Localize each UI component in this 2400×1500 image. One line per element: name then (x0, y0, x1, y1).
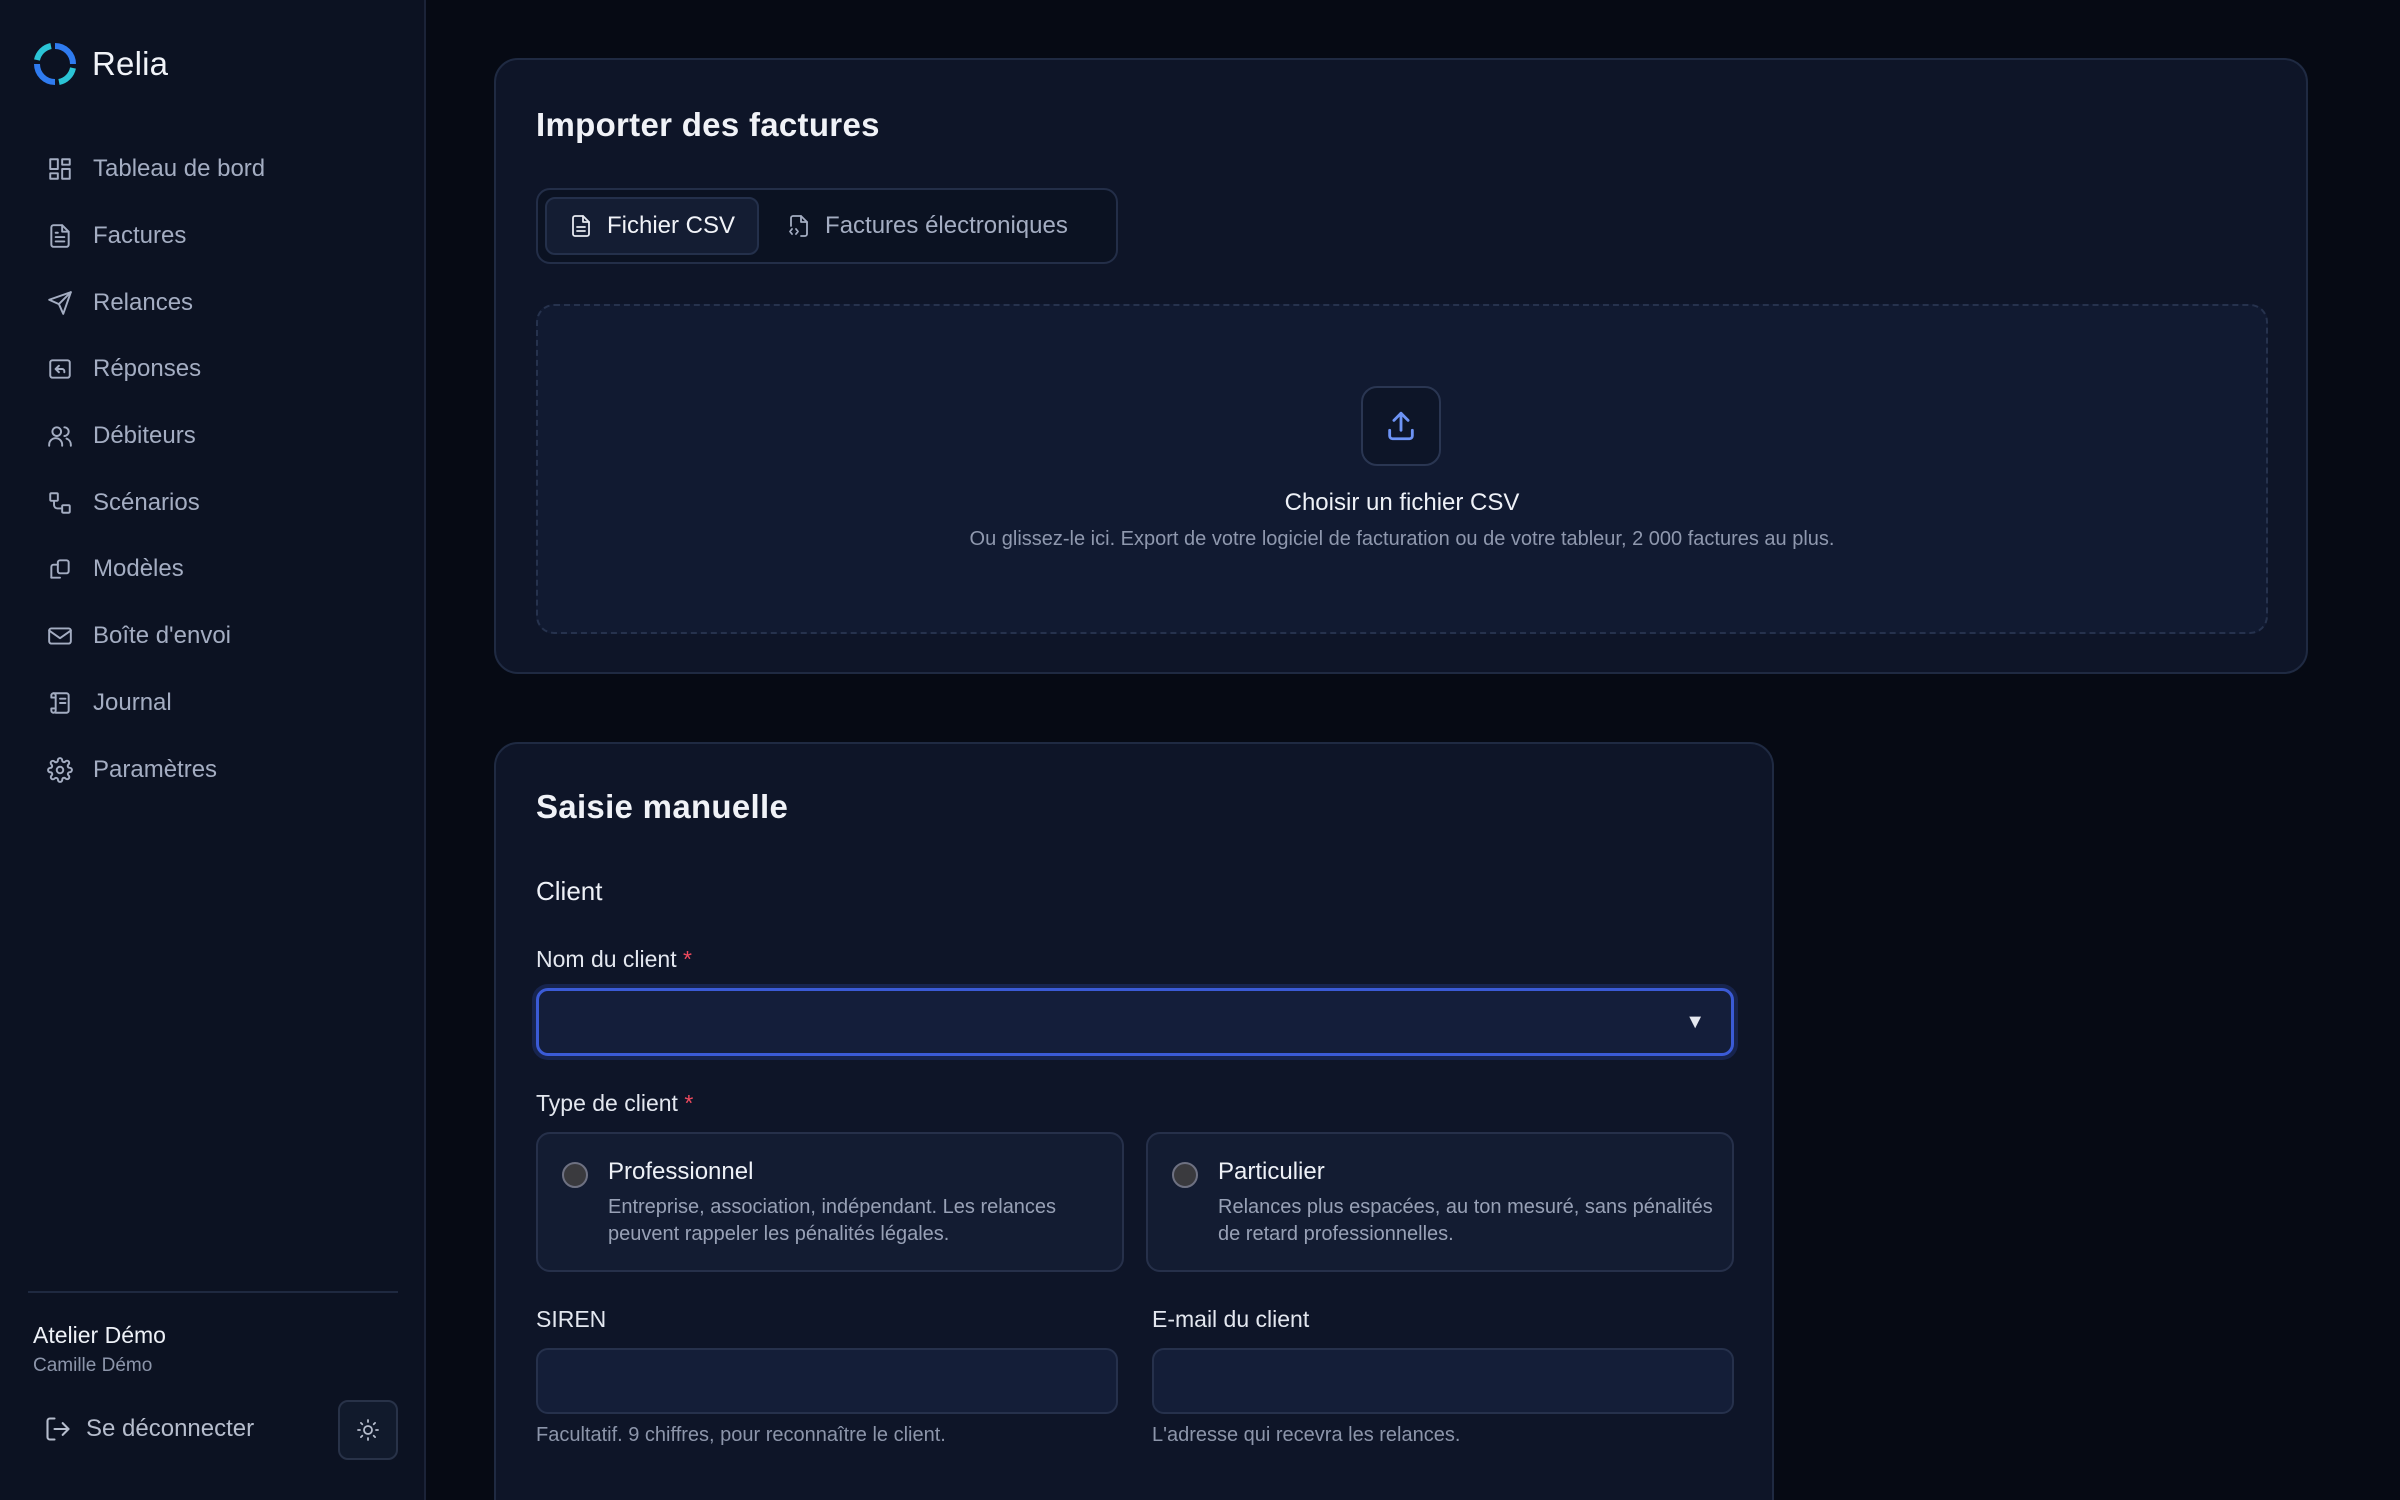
radio-button[interactable] (562, 1162, 588, 1188)
caret-down-icon: ▼ (1685, 1011, 1705, 1033)
sidebar-item-label: Réponses (93, 355, 202, 383)
siren-label: SIREN (536, 1306, 607, 1332)
client-type-option-professionnel[interactable]: Professionnel Entreprise, association, i… (536, 1132, 1124, 1272)
client-name-label: Nom du client * (536, 946, 692, 973)
client-name-select[interactable]: ▼ (536, 988, 1734, 1056)
required-marker: * (684, 1090, 694, 1116)
option-description: Entreprise, association, indépendant. Le… (608, 1196, 1057, 1245)
manual-title: Saisie manuelle (536, 788, 789, 825)
import-tabs: Fichier CSV Factures électroniques (536, 188, 1118, 264)
sidebar-divider (28, 1291, 398, 1293)
sidebar-item-boite-envoi[interactable]: Boîte d'envoi (30, 603, 396, 670)
sidebar: Relia Tableau de bord Factures Relances … (0, 0, 426, 1500)
sidebar-item-reponses[interactable]: Réponses (30, 336, 396, 403)
client-type-option-particulier[interactable]: Particulier Relances plus espacées, au t… (1146, 1132, 1734, 1272)
radio-button[interactable] (1172, 1162, 1198, 1188)
sidebar-item-label: Journal (93, 688, 172, 716)
app-name: Relia (92, 45, 169, 82)
mail-icon (46, 622, 74, 650)
sidebar-item-label: Factures (93, 222, 187, 250)
email-input[interactable] (1152, 1348, 1734, 1414)
file-text-icon (46, 222, 74, 250)
logout-label: Se déconnecter (86, 1415, 255, 1442)
user-name: Camille Démo (33, 1355, 153, 1376)
templates-icon (46, 555, 74, 583)
sidebar-item-label: Boîte d'envoi (93, 622, 232, 650)
manual-entry-card: Saisie manuelle Client Nom du client * ▼… (494, 742, 1774, 1500)
sidebar-item-journal[interactable]: Journal (30, 670, 396, 737)
dashboard-icon (46, 155, 74, 183)
logout-icon (46, 1417, 70, 1441)
relia-logo-icon (34, 43, 76, 85)
workflow-icon (46, 489, 74, 517)
client-section-title: Client (536, 876, 603, 906)
sidebar-item-label: Relances (93, 288, 194, 316)
email-label: E-mail du client (1152, 1306, 1310, 1332)
main-nav: Tableau de bord Factures Relances Répons… (30, 136, 396, 803)
tab-label: Fichier CSV (607, 212, 736, 239)
option-title: Professionnel (608, 1158, 754, 1185)
send-icon (46, 289, 74, 317)
scroll-icon (46, 689, 74, 717)
reply-icon (46, 355, 74, 383)
tab-label: Factures électroniques (825, 212, 1068, 239)
email-hint: L'adresse qui recevra les relances. (1152, 1424, 1461, 1446)
siren-input[interactable] (536, 1348, 1118, 1414)
siren-hint: Facultatif. 9 chiffres, pour reconnaître… (536, 1424, 946, 1446)
file-code-icon (789, 215, 808, 237)
sidebar-item-label: Tableau de bord (93, 155, 266, 183)
dropzone-title: Choisir un fichier CSV (1284, 489, 1520, 516)
file-text-icon (572, 215, 590, 237)
sidebar-item-scenarios[interactable]: Scénarios (30, 469, 396, 536)
dropzone-subtitle: Ou glissez-le ici. Export de votre logic… (969, 528, 1835, 550)
sun-icon (357, 1419, 379, 1441)
theme-toggle-button[interactable] (338, 1400, 398, 1460)
gear-icon (46, 756, 74, 784)
logo[interactable]: Relia (33, 40, 168, 88)
csv-dropzone[interactable]: Choisir un fichier CSV Ou glissez-le ici… (536, 304, 2268, 634)
tab-factures-electroniques[interactable]: Factures électroniques (765, 197, 1090, 255)
option-title: Particulier (1218, 1158, 1325, 1185)
import-invoices-card: Importer des factures Fichier CSV Factur… (494, 58, 2308, 674)
required-marker: * (683, 946, 692, 972)
upload-icon (1361, 386, 1441, 466)
option-description: Relances plus espacées, au ton mesuré, s… (1218, 1196, 1713, 1245)
client-type-label: Type de client * (536, 1090, 693, 1117)
sidebar-item-label: Débiteurs (93, 422, 196, 450)
sidebar-item-modeles[interactable]: Modèles (30, 536, 396, 603)
sidebar-item-factures[interactable]: Factures (30, 203, 396, 270)
sidebar-item-relances[interactable]: Relances (30, 269, 396, 336)
sidebar-item-tableau-de-bord[interactable]: Tableau de bord (30, 136, 396, 203)
tab-fichier-csv[interactable]: Fichier CSV (545, 197, 760, 255)
import-title: Importer des factures (536, 106, 880, 143)
sidebar-item-label: Scénarios (93, 488, 200, 516)
sidebar-item-label: Modèles (93, 555, 184, 583)
sidebar-item-debiteurs[interactable]: Débiteurs (30, 403, 396, 470)
client-name-label-text: Nom du client (536, 946, 677, 972)
logout-button[interactable]: Se déconnecter (44, 1411, 254, 1447)
users-icon (46, 422, 74, 450)
client-type-label-text: Type de client (536, 1090, 678, 1116)
sidebar-item-label: Paramètres (93, 755, 218, 783)
organization-name: Atelier Démo (33, 1322, 166, 1348)
sidebar-item-parametres[interactable]: Paramètres (30, 736, 396, 803)
